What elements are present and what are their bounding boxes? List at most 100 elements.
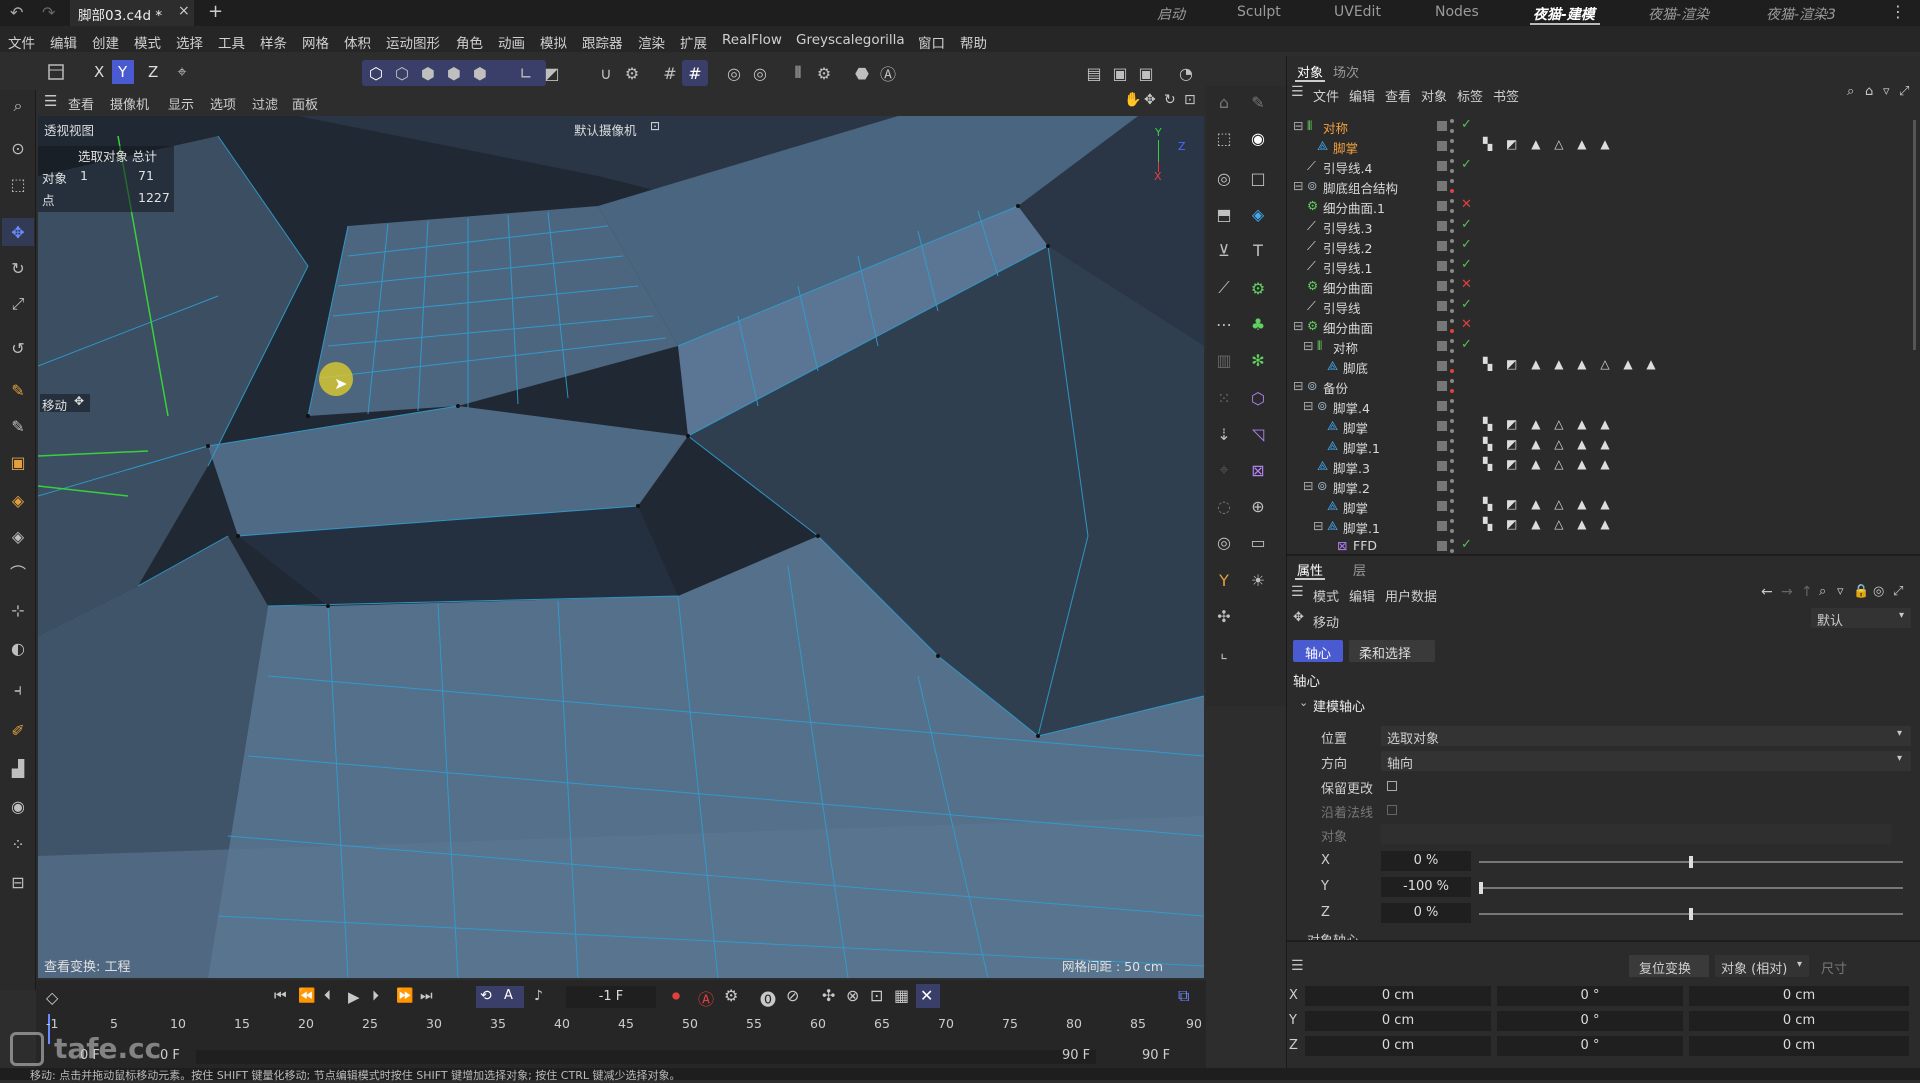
menu-animate[interactable]: 动画 bbox=[498, 32, 525, 52]
light-icon[interactable]: ☀ bbox=[1246, 568, 1270, 592]
rot-x-input[interactable]: 0 ° bbox=[1497, 986, 1683, 1006]
om-hamburger-icon[interactable]: ☰ bbox=[1291, 84, 1304, 100]
workplane-icon[interactable]: ◎ bbox=[722, 61, 746, 85]
quantize-icon[interactable]: ◎ bbox=[748, 61, 772, 85]
axis-y-toggle[interactable]: Y bbox=[118, 63, 127, 81]
key-motion-icon[interactable]: ▦ bbox=[894, 986, 909, 1005]
symmetry-settings-icon[interactable]: ⚙ bbox=[812, 61, 836, 85]
null-object-icon[interactable]: ◎ bbox=[1212, 166, 1236, 190]
axis-z-input[interactable]: 0 % bbox=[1381, 903, 1471, 923]
live-select-icon[interactable]: ◉ bbox=[1246, 126, 1270, 150]
hamburger-icon[interactable]: ☰ bbox=[44, 92, 57, 110]
next-frame-icon[interactable]: ⏵ bbox=[372, 988, 379, 1004]
perspective-viewport[interactable]: 透视视图 默认摄像机 ⊡ 选取对象 总计 对象 1 71 点 1227 移动 ✥… bbox=[38, 116, 1204, 978]
edges-mode-icon[interactable]: ⬡ bbox=[390, 61, 414, 85]
rotate-tool-icon[interactable]: ↻ bbox=[6, 256, 30, 280]
attr-hamburger-icon[interactable]: ☰ bbox=[1291, 584, 1304, 600]
vp-menu-view[interactable]: 查看 bbox=[68, 94, 94, 113]
attr-target-icon[interactable]: ◎ bbox=[1873, 584, 1884, 599]
key-rot-icon[interactable]: ⊘ bbox=[786, 986, 799, 1005]
attr-expand-icon[interactable]: ⤢ bbox=[1893, 584, 1903, 599]
points-mode-icon[interactable]: ⬡ bbox=[364, 61, 388, 85]
fracture-icon[interactable]: ♣ bbox=[1246, 312, 1270, 336]
menu-tools[interactable]: 工具 bbox=[218, 32, 245, 52]
subtab-soft-selection[interactable]: 柔和选择 bbox=[1349, 640, 1435, 662]
camera-icon[interactable]: ◉ bbox=[6, 794, 30, 818]
tab-takes[interactable]: 场次 bbox=[1333, 62, 1359, 81]
menu-greyscalegorilla[interactable]: Greyscalegorilla bbox=[796, 32, 905, 48]
om-menu-view[interactable]: 查看 bbox=[1385, 86, 1411, 105]
menu-mograph[interactable]: 运动图形 bbox=[386, 32, 440, 52]
scatter-icon[interactable]: ✣ bbox=[1212, 604, 1236, 628]
axis-x-toggle[interactable]: X bbox=[94, 63, 104, 81]
hierarchy-icon[interactable]: ⌂ bbox=[1212, 90, 1236, 114]
list-item[interactable]: ⊟ ⟁ 脚掌.1 ▚ ◩ ▲ △ ▲ ▲ bbox=[1287, 516, 1920, 536]
position-dropdown[interactable]: 选取对象 ▾ bbox=[1381, 726, 1911, 747]
environment-icon[interactable]: ⊕ bbox=[1246, 494, 1270, 518]
text-icon[interactable]: T bbox=[1246, 238, 1270, 262]
vp-menu-camera[interactable]: 摄像机 bbox=[110, 94, 149, 113]
effector-icon[interactable]: ✻ bbox=[1246, 348, 1270, 372]
along-normal-checkbox[interactable] bbox=[1387, 805, 1397, 815]
reset-transform-button[interactable]: 复位变换 bbox=[1629, 955, 1709, 977]
menu-mesh[interactable]: 网格 bbox=[302, 32, 329, 52]
menu-edit[interactable]: 编辑 bbox=[50, 32, 77, 52]
group-title[interactable]: 建模轴心 bbox=[1313, 696, 1365, 715]
bevel-icon[interactable]: ◐ bbox=[6, 636, 30, 660]
scale-tool-icon[interactable]: ⤢ bbox=[6, 292, 30, 316]
om-menu-file[interactable]: 文件 bbox=[1313, 86, 1339, 105]
frame-ruler[interactable]: -1 5 10 15 20 25 30 35 40 45 50 55 60 65… bbox=[36, 1014, 1206, 1044]
object-link-field[interactable] bbox=[1381, 824, 1891, 844]
layout-tab-nodes[interactable]: Nodes bbox=[1435, 4, 1479, 20]
next-key-icon[interactable]: ⏩ bbox=[396, 988, 413, 1004]
range-end-2[interactable]: 90 F bbox=[1142, 1048, 1170, 1063]
vp-menu-display[interactable]: 显示 bbox=[168, 94, 194, 113]
key-pla-icon[interactable]: ⊗ bbox=[846, 986, 859, 1005]
lock-icon[interactable]: ⬣ bbox=[850, 61, 874, 85]
cube-alt-icon[interactable]: ◈ bbox=[6, 524, 30, 548]
move-tool-icon[interactable]: ✥ bbox=[6, 220, 30, 244]
list-item[interactable]: ⟋ 引导线.1 ✓ bbox=[1287, 256, 1920, 276]
arrow-down-icon[interactable]: ⇣ bbox=[1212, 422, 1236, 446]
key-param-icon[interactable]: ✣ bbox=[822, 986, 835, 1005]
axis-x-input[interactable]: 0 % bbox=[1381, 851, 1471, 871]
points-icon[interactable]: ⁘ bbox=[6, 832, 30, 856]
loop-icon[interactable]: ⟲ bbox=[480, 988, 492, 1004]
play-icon[interactable]: ▶ bbox=[348, 988, 360, 1006]
prev-frame-icon[interactable]: ⏴ bbox=[324, 988, 331, 1004]
forward-icon[interactable]: → bbox=[1781, 584, 1793, 600]
attr-menu-userdata[interactable]: 用户数据 bbox=[1385, 586, 1437, 605]
expand-icon[interactable]: ⊟ bbox=[1293, 118, 1303, 133]
om-menu-tags[interactable]: 标签 bbox=[1457, 86, 1483, 105]
range-end[interactable]: 90 F bbox=[1062, 1048, 1090, 1063]
layout-tab-uvedit[interactable]: UVEdit bbox=[1334, 4, 1381, 20]
camera-link-icon[interactable]: ⊡ bbox=[650, 119, 660, 133]
pos-x-input[interactable]: 0 cm bbox=[1305, 986, 1491, 1006]
goto-start-icon[interactable]: ⏮ bbox=[274, 988, 287, 1004]
add-tab-icon[interactable]: + bbox=[208, 1, 223, 22]
select-tool-icon[interactable]: ⊙ bbox=[6, 136, 30, 160]
om-expand-icon[interactable]: ⤢ bbox=[1899, 84, 1909, 99]
axis-y-knob[interactable] bbox=[1479, 882, 1483, 894]
snap-icon[interactable]: # bbox=[683, 61, 707, 85]
coord-hamburger-icon[interactable]: ☰ bbox=[1291, 958, 1304, 974]
knife-tool-icon[interactable]: ⟋ bbox=[1212, 276, 1236, 300]
list-item[interactable]: ⊟ ⊚ 备份 bbox=[1287, 376, 1920, 396]
pos-y-input[interactable]: 0 cm bbox=[1305, 1011, 1491, 1031]
rot-z-input[interactable]: 0 ° bbox=[1497, 1036, 1683, 1056]
layout-tab-sculpt[interactable]: Sculpt bbox=[1237, 4, 1281, 20]
maximize-view-icon[interactable]: ⊡ bbox=[1184, 92, 1196, 108]
key-scale-icon[interactable]: ⊡ bbox=[870, 986, 883, 1005]
box-select-icon[interactable]: ⬚ bbox=[6, 172, 30, 196]
list-item[interactable]: ⊟ ⚙ 细分曲面 ✕ bbox=[1287, 316, 1920, 336]
list-item[interactable]: ⟋ 引导线 ✓ bbox=[1287, 296, 1920, 316]
mograph-cloner-icon[interactable]: ⚙ bbox=[1246, 276, 1270, 300]
brush-tool-icon[interactable]: ✎ bbox=[1246, 90, 1270, 114]
cube-primitive-icon[interactable]: ◈ bbox=[1246, 202, 1270, 226]
menu-volume[interactable]: 体积 bbox=[344, 32, 371, 52]
size-x-input[interactable]: 0 cm bbox=[1689, 986, 1909, 1006]
vp-menu-panel[interactable]: 面板 bbox=[292, 94, 318, 113]
search-icon[interactable]: ⌕ bbox=[6, 94, 30, 118]
rot-y-input[interactable]: 0 ° bbox=[1497, 1011, 1683, 1031]
polygons-mode-icon[interactable]: ⬢ bbox=[416, 61, 440, 85]
